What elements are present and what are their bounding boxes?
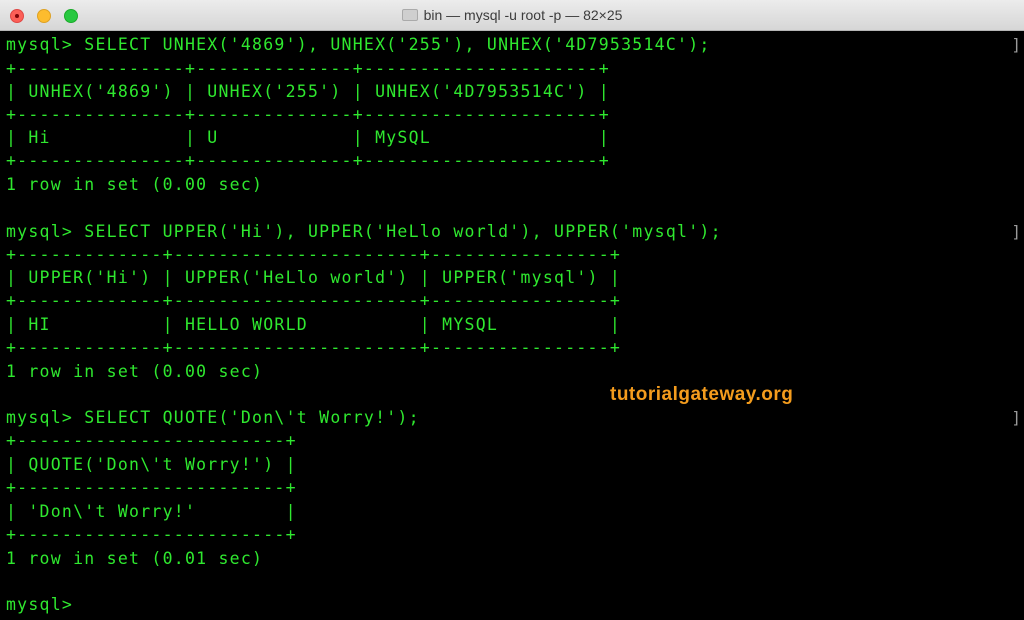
- terminal-line: +---------------+--------------+--------…: [6, 105, 610, 124]
- terminal-line: +-------------+----------------------+--…: [6, 291, 622, 310]
- terminal-line: +------------------------+: [6, 478, 297, 497]
- terminal-line: +------------------------+: [6, 431, 297, 450]
- terminal-line: +-------------+----------------------+--…: [6, 338, 622, 357]
- terminal-line: +---------------+--------------+--------…: [6, 151, 610, 170]
- terminal-line: | HI | HELLO WORLD | MYSQL |: [6, 315, 622, 334]
- terminal-line: mysql> SELECT QUOTE('Don\'t Worry!');: [6, 408, 420, 427]
- terminal-line: 1 row in set (0.00 sec): [6, 362, 264, 381]
- terminal-line: +-------------+----------------------+--…: [6, 245, 622, 264]
- folder-icon: [401, 9, 418, 21]
- terminal-line: 1 row in set (0.00 sec): [6, 175, 264, 194]
- terminal-line: +------------------------+: [6, 525, 297, 544]
- window-title-container: bin — mysql -u root -p — 82×25: [0, 0, 1024, 30]
- terminal-line: +---------------+--------------+--------…: [6, 59, 610, 78]
- selection-bracket-icon: ]: [1011, 408, 1021, 427]
- terminal-prompt[interactable]: mysql>: [6, 593, 73, 617]
- terminal-line: | QUOTE('Don\'t Worry!') |: [6, 455, 297, 474]
- terminal-line: 1 row in set (0.01 sec): [6, 549, 264, 568]
- terminal-line: | 'Don\'t Worry!' |: [6, 502, 297, 521]
- window-titlebar: bin — mysql -u root -p — 82×25: [0, 0, 1024, 31]
- terminal-line: | UNHEX('4869') | UNHEX('255') | UNHEX('…: [6, 82, 610, 101]
- terminal-line: mysql> SELECT UNHEX('4869'), UNHEX('255'…: [6, 35, 711, 54]
- terminal-line: mysql> SELECT UPPER('Hi'), UPPER('HeLlo …: [6, 222, 722, 241]
- selection-bracket-icon: ]: [1011, 35, 1021, 54]
- terminal-line: | Hi | U | MySQL |: [6, 128, 610, 147]
- selection-bracket-icon: ]: [1011, 222, 1021, 241]
- terminal-output[interactable]: mysql> SELECT UNHEX('4869'), UNHEX('255'…: [0, 31, 1024, 620]
- terminal-line: | UPPER('Hi') | UPPER('HeLlo world') | U…: [6, 268, 622, 287]
- window-title: bin — mysql -u root -p — 82×25: [423, 7, 623, 23]
- watermark-logo: tutorialgateway.org: [610, 384, 794, 405]
